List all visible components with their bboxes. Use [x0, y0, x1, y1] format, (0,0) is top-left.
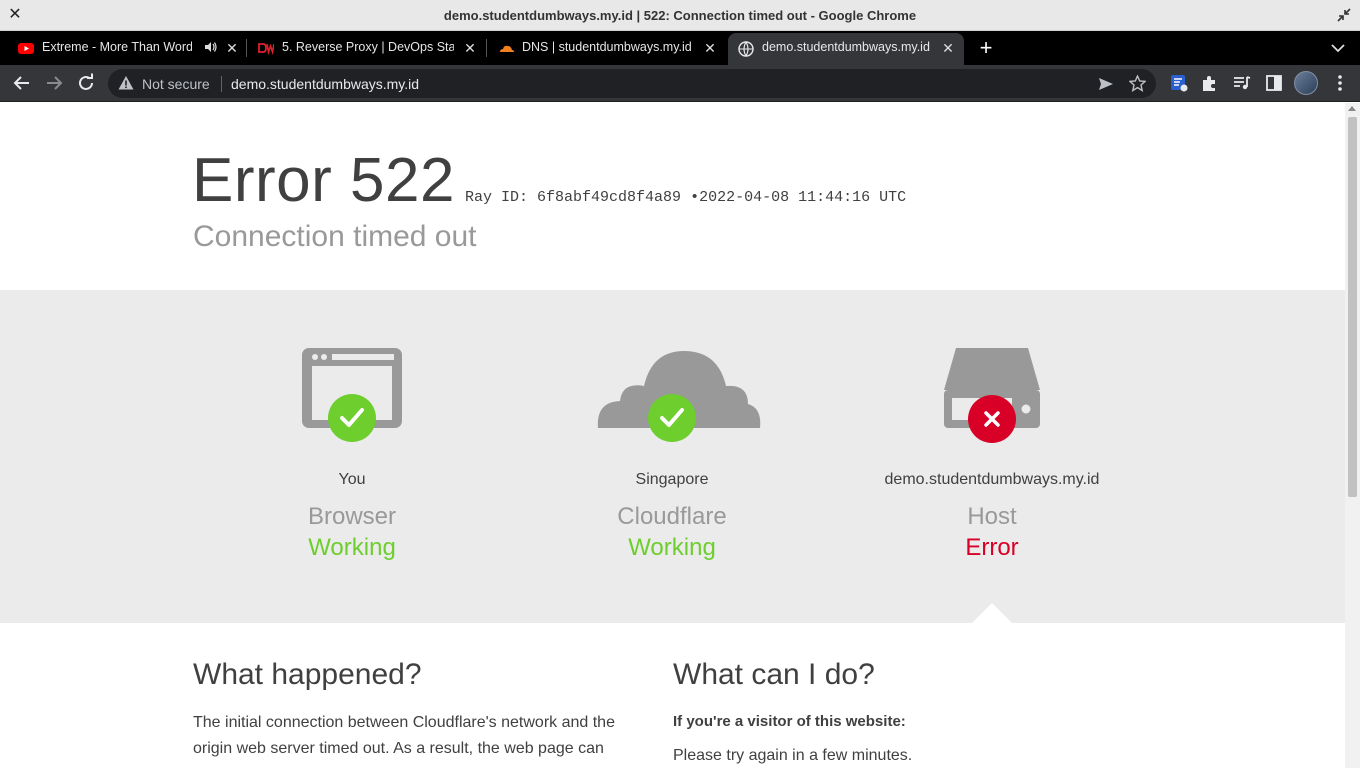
- youtube-icon: [18, 43, 34, 54]
- status-location: Singapore: [635, 471, 709, 488]
- url-text[interactable]: demo.studentdumbways.my.id: [231, 76, 419, 92]
- error-subtitle: Connection timed out: [193, 220, 477, 253]
- error-title: Error 522: [192, 146, 455, 215]
- host-pointer-caret: [972, 603, 1012, 623]
- chevron-down-icon[interactable]: [1328, 40, 1348, 56]
- visitor-text: Please try again in a few minutes.: [673, 747, 913, 764]
- tab-close-button[interactable]: ✕: [940, 40, 956, 56]
- tab-close-button[interactable]: ✕: [702, 40, 718, 56]
- what-happened-heading: What happened?: [193, 658, 422, 691]
- timestamp: 2022-04-08 11:44:16 UTC: [699, 189, 907, 206]
- what-happened-line-2: origin web server timed out. As a result…: [193, 740, 604, 757]
- tab-label: DNS | studentdumbways.my.id: [522, 40, 692, 54]
- media-control-icon[interactable]: [1232, 73, 1252, 93]
- side-panel-icon[interactable]: [1264, 73, 1284, 93]
- window-titlebar: ✕ demo.studentdumbways.my.id | 522: Conn…: [0, 0, 1360, 31]
- tab-close-button[interactable]: ✕: [462, 40, 478, 56]
- new-tab-button[interactable]: +: [976, 37, 996, 59]
- status-location: demo.studentdumbways.my.id: [884, 471, 1100, 488]
- status-panel: You Browser Working Singapore Cloudflare…: [0, 290, 1345, 623]
- window-title: demo.studentdumbways.my.id | 522: Connec…: [443, 8, 917, 23]
- page-viewport: Error 522 Ray ID: 6f8abf49cd8f4a89 •2022…: [0, 103, 1345, 768]
- status-location: You: [338, 471, 366, 488]
- tab-close-button[interactable]: ✕: [224, 40, 240, 56]
- tab-youtube[interactable]: Extreme - More Than Words ✕: [8, 31, 247, 65]
- status-state: Working: [308, 534, 396, 561]
- tab-dns[interactable]: DNS | studentdumbways.my.id ✕: [488, 31, 726, 65]
- status-browser: You Browser Working: [192, 290, 512, 623]
- status-kind: Cloudflare: [617, 503, 727, 530]
- tab-label: demo.studentdumbways.my.id: [762, 40, 930, 54]
- extension-icon[interactable]: [1169, 73, 1189, 93]
- bookmark-star-icon[interactable]: [1129, 75, 1146, 92]
- address-bar[interactable]: Not secure demo.studentdumbways.my.id: [108, 69, 1156, 98]
- extensions-puzzle-icon[interactable]: [1200, 73, 1220, 93]
- avatar[interactable]: [1294, 71, 1318, 95]
- address-divider: [221, 76, 222, 92]
- tab-strip: Extreme - More Than Words ✕ 5. Reverse P…: [0, 31, 1360, 65]
- status-cloudflare: Singapore Cloudflare Working: [512, 290, 832, 623]
- dumbways-icon: [258, 43, 274, 56]
- security-label[interactable]: Not secure: [142, 76, 210, 92]
- tab-label: Extreme - More Than Words: [42, 40, 192, 54]
- send-to-device-icon[interactable]: [1098, 76, 1114, 92]
- forward-icon[interactable]: [44, 73, 64, 93]
- globe-icon: [738, 41, 754, 57]
- speaker-icon[interactable]: [204, 40, 218, 54]
- error-header: Error 522 Ray ID: 6f8abf49cd8f4a89 •2022…: [0, 103, 1345, 290]
- ray-id-line: Ray ID: 6f8abf49cd8f4a89 •2022-04-08 11:…: [465, 189, 906, 206]
- visitor-heading: If you're a visitor of this website:: [673, 713, 906, 730]
- tab-label: 5. Reverse Proxy | DevOps Stage: [282, 40, 454, 54]
- check-circle-icon: [328, 394, 376, 442]
- browser-icon: [302, 348, 402, 442]
- tab-separator: [246, 39, 247, 57]
- status-kind: Host: [967, 503, 1017, 530]
- browser-toolbar: Not secure demo.studentdumbways.my.id: [0, 65, 1360, 102]
- ray-id: Ray ID: 6f8abf49cd8f4a89: [465, 189, 682, 206]
- warning-icon[interactable]: [118, 75, 134, 91]
- bullet-separator: •: [690, 189, 700, 206]
- menu-kebab-icon[interactable]: [1330, 73, 1350, 93]
- window-restore-icon[interactable]: [1336, 7, 1352, 23]
- check-circle-icon: [648, 394, 696, 442]
- cloud-icon: [597, 351, 761, 442]
- back-icon[interactable]: [12, 73, 32, 93]
- reload-icon[interactable]: [76, 73, 96, 93]
- what-can-i-do-heading: What can I do?: [673, 658, 875, 691]
- scroll-up-arrow-icon[interactable]: [1348, 106, 1356, 111]
- server-icon: [944, 348, 1040, 443]
- details-section: What happened? The initial connection be…: [0, 623, 1345, 768]
- tab-devops[interactable]: 5. Reverse Proxy | DevOps Stage ✕: [248, 31, 487, 65]
- status-state: Working: [628, 534, 716, 561]
- status-kind: Browser: [307, 503, 397, 530]
- page-scrollbar[interactable]: [1345, 103, 1360, 768]
- status-state: Error: [965, 534, 1019, 561]
- status-host: demo.studentdumbways.my.id Host Error: [832, 290, 1152, 623]
- scrollbar-thumb[interactable]: [1348, 117, 1357, 497]
- cloudflare-icon: [500, 45, 514, 52]
- tab-demo-active[interactable]: demo.studentdumbways.my.id ✕: [728, 33, 964, 65]
- what-happened-line-1: The initial connection between Cloudflar…: [193, 714, 615, 731]
- tab-separator: [486, 39, 487, 57]
